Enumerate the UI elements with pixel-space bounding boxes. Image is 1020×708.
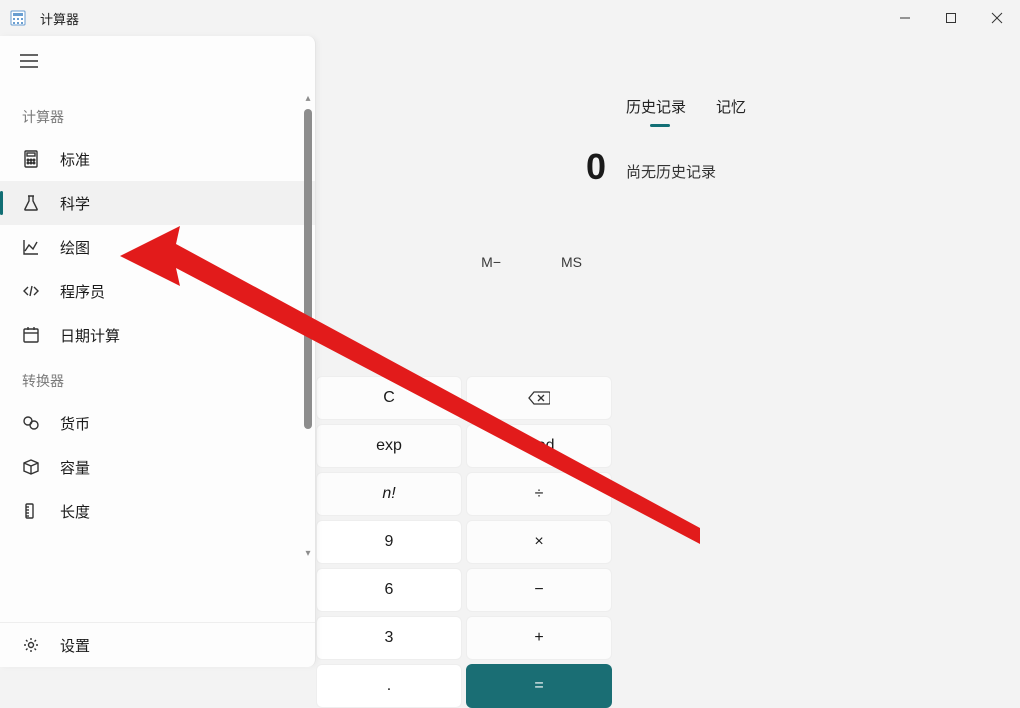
code-icon (22, 282, 40, 300)
nav-item-length[interactable]: 长度 (0, 489, 315, 533)
memory-store-button[interactable]: MS (561, 254, 582, 270)
nav-item-standard[interactable]: 标准 (0, 137, 315, 181)
nav-label: 长度 (60, 501, 90, 522)
gear-icon (22, 636, 40, 654)
key-divide[interactable]: ÷ (466, 472, 612, 516)
key-decimal[interactable]: . (316, 664, 462, 708)
nav-label: 货币 (60, 413, 90, 434)
scroll-up-icon[interactable]: ▴ (304, 95, 312, 103)
calculator-icon (22, 150, 40, 168)
key-multiply[interactable]: × (466, 520, 612, 564)
key-subtract[interactable]: − (466, 568, 612, 612)
nav-section-calculator: 计算器 (0, 93, 315, 137)
key-factorial[interactable]: n! (316, 472, 462, 516)
history-empty-text: 尚无历史记录 (626, 161, 716, 182)
ruler-icon (22, 502, 40, 520)
nav-scrollbar[interactable]: ▴ ▾ (304, 89, 312, 564)
nav-label: 科学 (60, 193, 90, 214)
history-memory-tabs: 历史记录 记忆 (626, 96, 746, 123)
keypad: C exp mod n! ÷ 9 × 6 − 3 + . = (316, 376, 612, 708)
content-area: 历史记录 记忆 尚无历史记录 0 M− MS C exp mod n! ÷ 9 … (0, 36, 1020, 667)
memory-minus-button[interactable]: M− (481, 254, 501, 270)
nav-item-scientific[interactable]: 科学 (0, 181, 315, 225)
nav-label: 日期计算 (60, 325, 120, 346)
nav-label: 程序员 (60, 281, 105, 302)
nav-label: 绘图 (60, 237, 90, 258)
calendar-icon (22, 326, 40, 344)
nav-label: 容量 (60, 457, 90, 478)
graph-icon (22, 238, 40, 256)
key-equals[interactable]: = (466, 664, 612, 708)
key-mod[interactable]: mod (466, 424, 612, 468)
currency-icon (22, 414, 40, 432)
key-6[interactable]: 6 (316, 568, 462, 612)
key-9[interactable]: 9 (316, 520, 462, 564)
key-clear[interactable]: C (316, 376, 462, 420)
cube-icon (22, 458, 40, 476)
display-value: 0 (586, 146, 606, 188)
minimize-button[interactable] (882, 0, 928, 36)
maximize-button[interactable] (928, 0, 974, 36)
window-controls (882, 0, 1020, 36)
nav-item-settings[interactable]: 设置 (0, 623, 315, 667)
titlebar: 计算器 (0, 0, 1020, 36)
flask-icon (22, 194, 40, 212)
scroll-thumb[interactable] (304, 109, 312, 429)
nav-label: 设置 (60, 635, 90, 656)
tab-history[interactable]: 历史记录 (626, 96, 686, 123)
key-3[interactable]: 3 (316, 616, 462, 660)
key-backspace[interactable] (466, 376, 612, 420)
nav-section-converter: 转换器 (0, 357, 315, 401)
hamburger-button[interactable] (0, 36, 315, 83)
nav-item-currency[interactable]: 货币 (0, 401, 315, 445)
nav-item-date[interactable]: 日期计算 (0, 313, 315, 357)
navigation-pane: 计算器 标准 科学 绘图 程序员 (0, 36, 316, 667)
nav-label: 标准 (60, 149, 90, 170)
nav-item-graphing[interactable]: 绘图 (0, 225, 315, 269)
app-icon (10, 10, 26, 26)
memory-row: M− MS (326, 254, 612, 270)
key-add[interactable]: + (466, 616, 612, 660)
close-button[interactable] (974, 0, 1020, 36)
scroll-down-icon[interactable]: ▾ (304, 550, 312, 558)
nav-item-programmer[interactable]: 程序员 (0, 269, 315, 313)
nav-item-volume[interactable]: 容量 (0, 445, 315, 489)
key-exp[interactable]: exp (316, 424, 462, 468)
tab-memory[interactable]: 记忆 (716, 96, 746, 123)
window-title: 计算器 (40, 9, 79, 28)
